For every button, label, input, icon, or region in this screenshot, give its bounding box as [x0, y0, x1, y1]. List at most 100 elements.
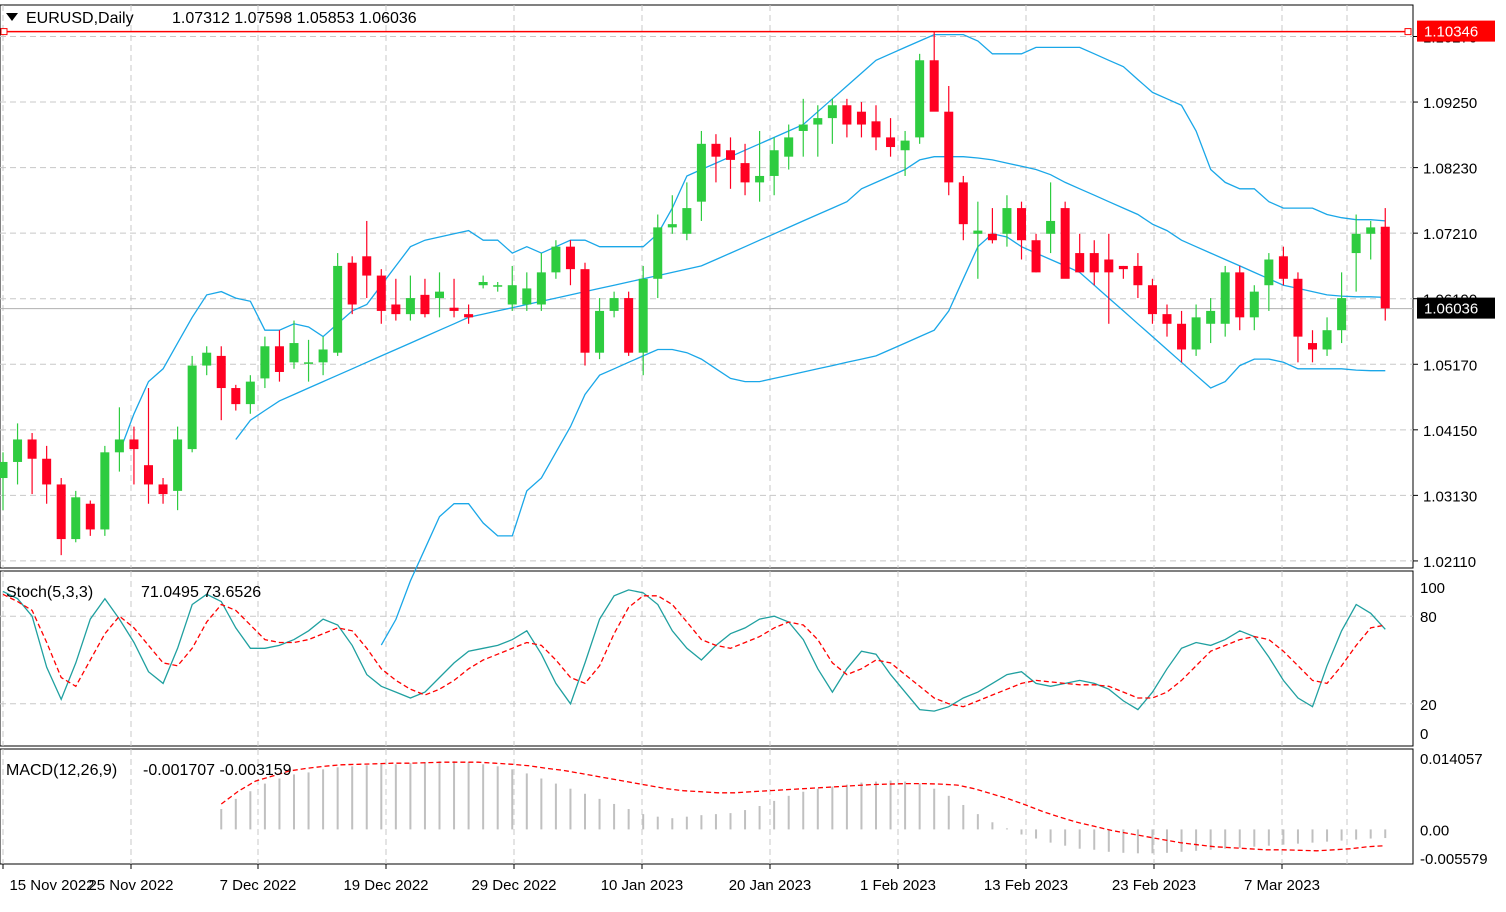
candle-bear [42, 458, 52, 485]
candle-bull [187, 365, 197, 450]
candle-bull [638, 278, 648, 353]
candle-bull [973, 230, 983, 234]
x-tick-label: 29 Dec 2022 [471, 877, 556, 894]
candle-bear [580, 269, 590, 353]
candle-bear [27, 439, 37, 459]
candle-bear [1308, 343, 1317, 350]
ohlc-label: 1.07312 1.07598 1.05853 1.06036 [172, 10, 417, 27]
candle-bull [1206, 310, 1216, 324]
candle-bear [624, 298, 634, 353]
x-tick-label: 23 Feb 2023 [1112, 877, 1196, 894]
candle-bear [1162, 314, 1172, 324]
candle-bull [827, 105, 837, 119]
x-tick-label: 20 Jan 2023 [729, 877, 812, 894]
candle-bull [478, 282, 488, 286]
candle-bull [755, 175, 765, 183]
candle-bull [696, 143, 706, 202]
candle-bull [289, 343, 299, 363]
candle-bear [886, 137, 896, 148]
x-tick-label: 25 Nov 2022 [88, 877, 173, 894]
candle-bull [435, 291, 444, 299]
candle-bull [522, 288, 532, 305]
candle-bull [114, 439, 124, 453]
candle-bull [202, 352, 212, 366]
candle-bear [362, 256, 372, 276]
stoch-tick-label: 100 [1420, 580, 1445, 597]
candle-bull [260, 346, 270, 379]
candle-bear [958, 182, 968, 225]
candle-bear [274, 346, 284, 372]
y-tick-label: 1.05170 [1423, 357, 1477, 374]
y-tick-label: 1.03130 [1423, 488, 1477, 505]
chart-canvas[interactable]: 15 Nov 202225 Nov 2022 7 Dec 2022 19 Dec 2… [0, 0, 1506, 912]
candle-bull [333, 265, 343, 353]
candle-bull [1337, 298, 1347, 331]
macd-tick-label: 0.00 [1420, 822, 1449, 839]
candle-bull [653, 227, 663, 279]
candle-bear [1089, 253, 1099, 273]
y-tick-label: 1.07210 [1423, 226, 1477, 243]
candle-bear [158, 484, 168, 495]
candle-bear [1104, 259, 1114, 273]
candle-bull [551, 246, 561, 273]
candle-bear [1278, 256, 1288, 279]
candle-bear [376, 275, 386, 311]
y-tick-label: 1.08230 [1423, 161, 1477, 178]
stoch-tick-label: 20 [1420, 697, 1437, 714]
x-tick-label: 7 Dec 2022 [220, 877, 297, 894]
candle-bull [813, 118, 823, 125]
candle-bear [231, 388, 241, 405]
candle-bull [1046, 220, 1056, 234]
x-tick-label: 19 Dec 2022 [343, 877, 428, 894]
candle-bear [129, 439, 139, 450]
x-tick-label: 15 Nov 2022 [9, 877, 94, 894]
candle-bull [1002, 208, 1012, 234]
candle-bear [944, 111, 954, 183]
candle-bear [464, 314, 474, 318]
candle-bull [1351, 233, 1361, 254]
candle-bear [1017, 208, 1026, 241]
candle-bull [507, 285, 517, 305]
resistance-price-label: 1.10346 [1424, 24, 1478, 41]
symbol-label: EURUSD,Daily [26, 10, 134, 27]
candle-bull [609, 298, 619, 311]
x-tick-label: 7 Mar 2023 [1244, 877, 1320, 894]
candle-bear [56, 484, 66, 540]
macd-tick-label: -0.005579 [1420, 851, 1488, 868]
candle-bull [1191, 317, 1201, 350]
candle-bear [740, 163, 750, 183]
stoch-tick-label: 0 [1420, 726, 1428, 743]
x-tick-label: 1 Feb 2023 [860, 877, 936, 894]
candle-bull [682, 208, 692, 234]
macd-tick-label: 0.014057 [1420, 751, 1483, 768]
candle-bear [216, 355, 226, 389]
candle-bear [1177, 323, 1187, 350]
line-handle-right [1404, 28, 1412, 36]
candle-bear [871, 121, 881, 138]
candle-bull [915, 60, 925, 138]
candle-bear [391, 304, 401, 315]
candle-bear [85, 503, 95, 530]
macd-label: MACD(12,26,9) [6, 762, 117, 779]
candle-bear [1075, 253, 1085, 273]
stoch-tick-label: 80 [1420, 609, 1437, 626]
candle-bull [318, 349, 328, 363]
candle-bull [71, 497, 81, 540]
candle-bull [13, 439, 23, 462]
x-tick-label: 13 Feb 2023 [984, 877, 1068, 894]
candle-bull [1220, 272, 1230, 324]
candle-bear [449, 307, 459, 311]
candle-bull [1264, 259, 1274, 286]
candle-bear [347, 262, 357, 305]
candle-bull [769, 150, 779, 176]
candle-bear [420, 294, 430, 315]
candle-bull [1249, 291, 1259, 318]
stoch-label: Stoch(5,3,3) [6, 584, 93, 601]
line-handle-left [0, 28, 8, 36]
candle-bull [0, 461, 8, 479]
candle-bull [667, 224, 677, 228]
candle-bear [1031, 240, 1041, 273]
candle-bull [1322, 330, 1332, 350]
candle-bear [987, 233, 997, 241]
candle-bull [493, 285, 503, 287]
